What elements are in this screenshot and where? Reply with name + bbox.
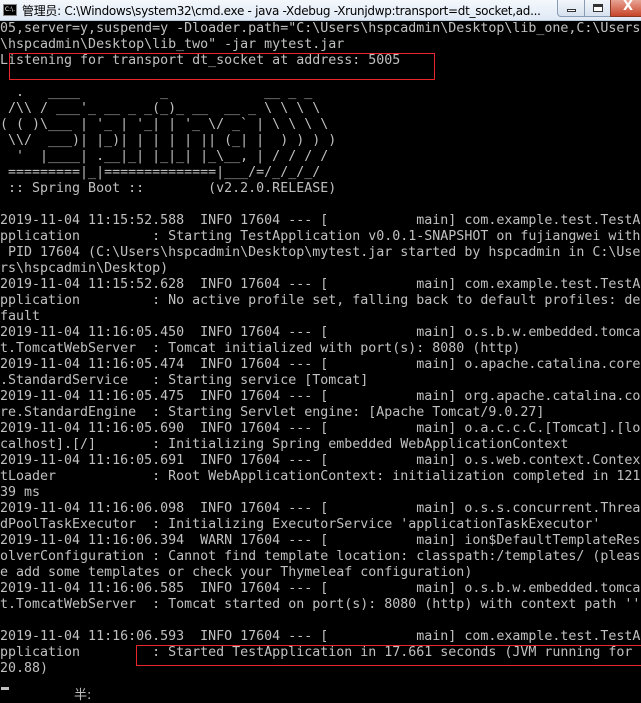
console-line: . ____ _ __ _ _ [0,85,313,100]
console-line: calhost].[/] : Initializing Spring embed… [0,437,569,452]
console-line: 2019-11-04 11:16:06.394 WARN 17604 --- [… [0,533,641,548]
console-line: :: Spring Boot :: (v2.2.0.RELEASE) [0,181,337,196]
console-line: re.StandardEngine : Starting Servlet eng… [0,405,545,420]
console-line: \\/ ___)| |_)| | | | | || (_| | ) ) ) ) [0,133,337,148]
highlight-box-listening [9,53,435,80]
close-button[interactable]: X [610,0,641,17]
console-line: =========|_|==============|___/=/_/_/_/ [0,165,321,180]
console-line: 2019-11-04 11:16:06.098 INFO 17604 --- [… [0,501,641,516]
highlight-box-started [136,645,641,666]
console-line: t.TomcatWebServer : Tomcat started on po… [0,597,641,612]
console-line: \hspcadmin\Desktop\lib_two" -jar mytest.… [0,37,345,52]
console-line: rs\hspcadmin\Desktop) [0,261,169,276]
console-line: 39 ms [0,485,41,500]
console-line: t.TomcatWebServer : Tomcat initialized w… [0,341,521,356]
console-line: 2019-11-04 11:16:05.474 INFO 17604 --- [… [0,357,641,372]
window-titlebar[interactable]: C:\. 管理员: C:\Windows\system32\cmd.exe - … [0,0,641,21]
console-line: 05,server=y,suspend=y -Dloader.path="C:\… [0,21,641,36]
console-line: 2019-11-04 11:15:52.588 INFO 17604 --- [… [0,213,641,228]
console-line: 2019-11-04 11:15:52.628 INFO 17604 --- [… [0,277,641,292]
console-line: pplication : Starting TestApplication v0… [0,229,641,244]
console-line: .StandardService : Starting service [Tom… [0,373,369,388]
console-line: ' |____| .__|_| |_|_| |_\__, | / / / / [0,149,329,164]
console-line: 2019-11-04 11:16:05.690 INFO 17604 --- [… [0,421,641,436]
cmd-icon[interactable]: C:\. [3,4,17,16]
console-line: 2019-11-04 11:16:06.593 INFO 17604 --- [… [0,629,641,644]
console-line: e add some templates or check your Thyme… [0,565,473,580]
console-line: /\\ / ___'_ __ _ _(_)_ __ __ _ \ \ \ \ [0,101,321,116]
close-icon: X [623,0,634,14]
console-line: fault [0,309,41,324]
console-line: 2019-11-04 11:16:06.585 INFO 17604 --- [… [0,581,641,596]
console-line: 2019-11-04 11:16:05.691 INFO 17604 --- [… [0,453,641,468]
maximize-button[interactable] [584,0,611,17]
text-cursor [1,687,9,690]
console-line: PID 17604 (C:\Users\hspcadmin\Desktop\my… [0,245,641,260]
console-line: tLoader : Root WebApplicationContext: in… [0,469,641,484]
console-line: 2019-11-04 11:16:05.475 INFO 17604 --- [… [0,389,641,404]
minimize-button[interactable] [557,0,585,17]
console-line: dPoolTaskExecutor : Initializing Executo… [0,517,601,532]
console-output[interactable]: 05,server=y,suspend=y -Dloader.path="C:\… [0,21,641,693]
window-title: 管理员: C:\Windows\system32\cmd.exe - java … [22,4,541,18]
console-line: ( ( )\___ | '_ | '_| | '_ \/ _` | \ \ \ … [0,117,329,132]
ime-status: 半: [74,688,92,703]
console-line: 2019-11-04 11:16:05.450 INFO 17604 --- [… [0,325,641,340]
console-line: pplication : No active profile set, fall… [0,293,641,308]
console-line: olverConfiguration : Cannot find templat… [0,549,641,564]
